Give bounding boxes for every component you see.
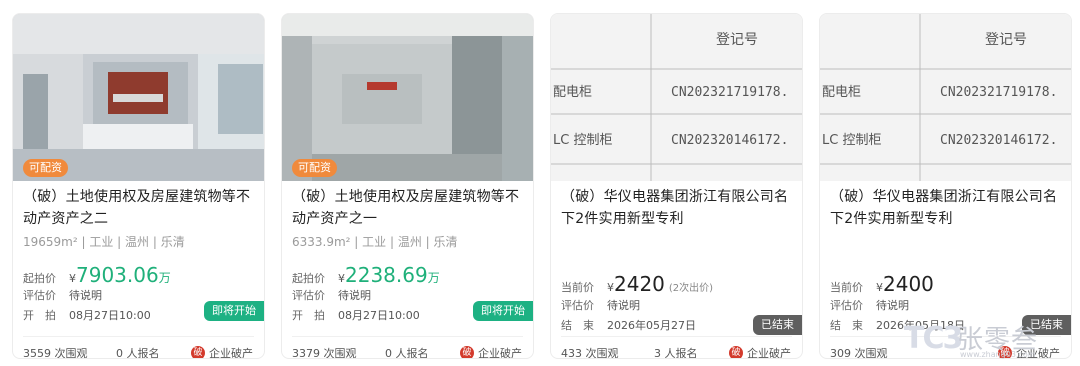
price-value: 2238.69 [345,263,428,287]
property-meta: 6333.9m² | 工业 | 温州 | 乐清 [292,235,458,249]
currency-symbol: ¥ [876,281,883,294]
appraisal-row: 评估价 待说明 [830,297,909,313]
divider [23,336,254,337]
org-name: 企业破产 [209,347,253,359]
price-label: 起拍价 [292,272,325,285]
auction-title[interactable]: （破）土地使用权及房屋建筑物等不动产资产之二 [23,186,259,230]
price-label: 当前价 [561,281,594,294]
appraisal-value: 待说明 [69,289,102,302]
org-name: 企业破产 [478,347,522,359]
time-row: 开 拍 08月27日10:00 [292,307,420,323]
org-label[interactable]: 破 企业破产 [729,345,791,359]
divider [561,336,792,337]
divider [292,336,523,337]
time-value: 08月27日10:00 [338,309,420,322]
time-label: 开 拍 [292,309,325,322]
appraisal-value: 待说明 [607,299,640,312]
price-value: 7903.06 [76,263,159,287]
signup-count: 0 人报名 [385,347,429,359]
appraisal-row: 评估价 待说明 [23,287,102,303]
site-watermark: TC3 张零叁 www.zhang03.com [904,317,1080,363]
property-photo[interactable] [13,14,264,181]
financing-tag: 可配资 [23,159,68,177]
price-row: 起拍价 ¥2238.69万 [292,263,440,287]
bankruptcy-icon: 破 [191,346,205,358]
view-count: 3559 次围观 [23,347,88,359]
auction-card-4[interactable]: 登记号 配电柜 CN202321719178. LC 控制柜 CN2023201… [819,13,1072,359]
auction-title[interactable]: （破）华仪电器集团浙江有限公司名下2件实用新型专利 [561,186,797,230]
doc-row2-left: LC 控制柜 [553,133,612,148]
price-row: 当前价 ¥2400 [830,272,934,296]
doc-row2-right: CN202320146172. [940,133,1057,148]
currency-symbol: ¥ [607,281,614,294]
price-value: 2400 [883,272,934,296]
appraisal-value: 待说明 [876,299,909,312]
appraisal-label: 评估价 [830,299,863,312]
view-count: 3379 次围观 [292,347,357,359]
doc-header: 登记号 [985,32,1027,48]
appraisal-row: 评估价 待说明 [292,287,371,303]
doc-row1-right: CN202321719178. [940,85,1057,100]
appraisal-value: 待说明 [338,289,371,302]
property-photo[interactable] [282,14,533,181]
doc-row2-right: CN202320146172. [671,133,788,148]
org-label[interactable]: 破 企业破产 [460,345,522,359]
time-row: 结 束 2026年05月27日 [561,317,696,333]
signup-count: 0 人报名 [116,347,160,359]
doc-row2-left: LC 控制柜 [822,133,881,148]
watermark-logo: TC3 [904,321,963,356]
auction-title[interactable]: （破）华仪电器集团浙江有限公司名下2件实用新型专利 [830,186,1066,230]
doc-row1-left: 配电柜 [553,85,592,100]
status-badge: 即将开始 [473,301,533,321]
doc-row1-left: 配电柜 [822,85,861,100]
patent-document-image[interactable]: 登记号 配电柜 CN202321719178. LC 控制柜 CN2023201… [820,14,1071,181]
appraisal-label: 评估价 [561,299,594,312]
org-label[interactable]: 破 企业破产 [191,345,253,359]
price-unit: 万 [158,271,171,285]
currency-symbol: ¥ [338,272,345,285]
bid-count: (2次出价) [668,283,714,294]
price-row: 起拍价 ¥7903.06万 [23,263,171,287]
auction-card-2[interactable]: 可配资 （破）土地使用权及房屋建筑物等不动产资产之一 6333.9m² | 工业… [281,13,534,359]
patent-document-image[interactable]: 登记号 配电柜 CN202321719178. LC 控制柜 CN2023201… [551,14,802,181]
property-meta: 19659m² | 工业 | 温州 | 乐清 [23,235,185,249]
watermark-url: www.zhang03.com [960,350,1036,359]
price-row: 当前价 ¥2420 (2次出价) [561,272,713,296]
org-name: 企业破产 [747,347,791,359]
auction-card-3[interactable]: 登记号 配电柜 CN202321719178. LC 控制柜 CN2023201… [550,13,803,359]
price-value: 2420 [614,272,665,296]
time-row: 开 拍 08月27日10:00 [23,307,151,323]
price-label: 当前价 [830,281,863,294]
status-badge: 即将开始 [204,301,264,321]
time-label: 结 束 [561,319,594,332]
time-value: 08月27日10:00 [69,309,151,322]
doc-header: 登记号 [716,32,758,48]
time-value: 2026年05月27日 [607,319,696,332]
view-count: 433 次围观 [561,347,619,359]
price-label: 起拍价 [23,272,56,285]
time-label: 结 束 [830,319,863,332]
currency-symbol: ¥ [69,272,76,285]
auction-card-1[interactable]: 可配资 （破）土地使用权及房屋建筑物等不动产资产之二 19659m² | 工业 … [12,13,265,359]
appraisal-label: 评估价 [23,289,56,302]
status-badge: 已结束 [753,315,802,335]
doc-row1-right: CN202321719178. [671,85,788,100]
view-count: 309 次围观 [830,347,888,359]
signup-count: 3 人报名 [654,347,698,359]
bankruptcy-icon: 破 [460,346,474,358]
bankruptcy-icon: 破 [729,346,743,358]
auction-title[interactable]: （破）土地使用权及房屋建筑物等不动产资产之一 [292,186,528,230]
time-label: 开 拍 [23,309,56,322]
appraisal-row: 评估价 待说明 [561,297,640,313]
appraisal-label: 评估价 [292,289,325,302]
price-unit: 万 [427,271,440,285]
financing-tag: 可配资 [292,159,337,177]
